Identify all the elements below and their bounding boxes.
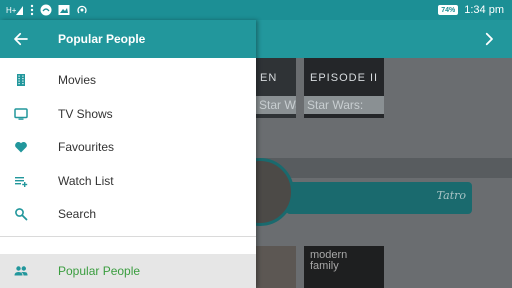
poster-thumbnail: [256, 246, 296, 288]
drawer-item-search[interactable]: Search: [0, 197, 256, 231]
people-icon: [14, 266, 28, 276]
navigation-drawer: Popular People Movies TV Shows Favourite…: [0, 20, 256, 288]
chevron-right-icon[interactable]: [480, 30, 498, 48]
image-icon: [58, 5, 70, 15]
dimmed-content: EN EPISODE II Star Wars: Apo Star Wars: …: [256, 58, 512, 288]
clock-suffix: pm: [488, 4, 504, 16]
status-bar: H+ 74% 1:34 pm: [0, 0, 512, 20]
svg-text:H+: H+: [6, 6, 17, 15]
heart-icon: [15, 142, 27, 153]
drawer-item-tv-shows[interactable]: TV Shows: [0, 97, 256, 131]
drawer-item-label: Popular People: [58, 264, 141, 278]
drawer-header: Popular People: [0, 20, 256, 58]
person-card: Tatro: [286, 182, 472, 214]
poster-caption: Star Wars:: [304, 96, 384, 114]
search-icon: [15, 208, 28, 221]
more-icon: [30, 4, 34, 16]
playlist-icon: [15, 177, 28, 187]
page-title: Popular People: [58, 32, 146, 46]
card-signature: Tatro: [436, 189, 466, 202]
drawer-item-label: TV Shows: [58, 107, 113, 121]
poster-title: EN: [260, 72, 278, 84]
signal-icon: H+: [6, 6, 23, 15]
film-icon: [17, 74, 25, 86]
drawer-item-label: Search: [58, 207, 97, 221]
section-band: [256, 158, 512, 178]
drawer-item-label: Favourites: [58, 140, 115, 154]
battery-indicator: 74%: [438, 5, 459, 15]
poster-caption: Star Wars: Apo: [256, 96, 296, 114]
drawer-item-movies[interactable]: Movies: [0, 63, 256, 97]
status-clock: 1:34 pm: [464, 4, 504, 16]
poster-thumbnail: modern family: [304, 246, 384, 288]
drawer-item-label: Watch List: [58, 174, 114, 188]
hotspot-icon: [77, 5, 87, 14]
drawer-item-popular-people[interactable]: Popular People: [0, 254, 256, 288]
wifi-icon: [40, 4, 52, 16]
poster-title: family: [310, 260, 339, 272]
poster-title: EPISODE II: [310, 72, 379, 84]
clock-time: 1:34: [464, 4, 486, 16]
drawer-item-watch-list[interactable]: Watch List: [0, 164, 256, 198]
tv-icon: [14, 108, 28, 120]
drawer-divider: [0, 236, 256, 237]
drawer-item-label: Movies: [58, 73, 97, 87]
drawer-item-favourites[interactable]: Favourites: [0, 130, 256, 164]
arrow-left-icon[interactable]: [12, 30, 30, 48]
